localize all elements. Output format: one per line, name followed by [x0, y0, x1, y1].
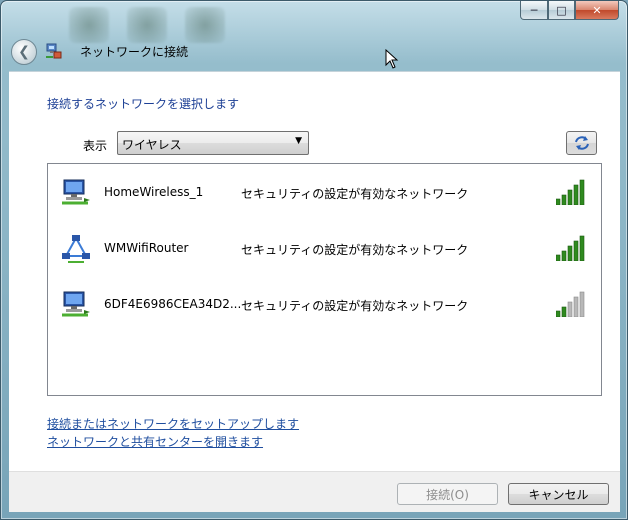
back-button[interactable]: ❮ — [11, 39, 37, 65]
network-list: HomeWireless_1 セキュリティの設定が有効なネットワーク WMWif… — [47, 163, 602, 396]
network-type-value: ワイヤレス — [122, 138, 182, 152]
caption-buttons: ─ □ ✕ — [520, 1, 619, 20]
network-item[interactable]: 6DF4E6986CEA34D2... セキュリティの設定が有効なネットワーク — [48, 285, 601, 325]
network-name: HomeWireless_1 — [104, 185, 204, 199]
network-security: セキュリティの設定が有効なネットワーク — [241, 187, 469, 201]
adhoc-network-icon — [62, 235, 90, 263]
background-network-icon — [185, 7, 225, 43]
signal-strength-icon — [556, 179, 585, 205]
network-connect-icon — [46, 43, 62, 59]
mouse-cursor-icon — [385, 49, 399, 69]
network-security: セキュリティの設定が有効なネットワーク — [241, 243, 469, 257]
back-arrow-icon: ❮ — [18, 44, 30, 60]
sharing-center-link[interactable]: ネットワークと共有センターを開きます — [47, 433, 263, 450]
refresh-icon — [574, 136, 589, 150]
computer-network-icon — [62, 179, 90, 205]
network-type-select[interactable]: ワイヤレス ▼ — [117, 131, 309, 155]
dialog-window: ─ □ ✕ ❮ ネットワークに接続 接続するネットワークを選択します 表示 ワイ… — [0, 0, 628, 520]
setup-connection-link[interactable]: 接続またはネットワークをセットアップします — [47, 415, 299, 432]
window-title: ネットワークに接続 — [80, 45, 189, 59]
network-name: WMWifiRouter — [104, 241, 189, 255]
connect-button[interactable]: 接続(O) — [397, 483, 498, 505]
background-network-icon — [127, 7, 167, 43]
computer-network-icon — [62, 291, 90, 317]
page-heading: 接続するネットワークを選択します — [47, 97, 240, 111]
network-name: 6DF4E6986CEA34D2... — [104, 297, 242, 311]
maximize-button[interactable]: □ — [548, 1, 575, 20]
cancel-button[interactable]: キャンセル — [508, 483, 609, 505]
network-security: セキュリティの設定が有効なネットワーク — [241, 299, 469, 313]
network-item[interactable]: HomeWireless_1 セキュリティの設定が有効なネットワーク — [48, 173, 601, 213]
content-panel: 接続するネットワークを選択します 表示 ワイヤレス ▼ HomeWireless… — [9, 71, 620, 472]
button-bar: 接続(O) キャンセル — [9, 471, 620, 512]
background-network-icon — [69, 7, 109, 43]
refresh-button[interactable] — [566, 131, 597, 155]
filter-label: 表示 — [83, 139, 108, 153]
signal-strength-icon — [556, 291, 585, 317]
network-item[interactable]: WMWifiRouter セキュリティの設定が有効なネットワーク — [48, 229, 601, 269]
minimize-button[interactable]: ─ — [520, 1, 548, 20]
chevron-down-icon: ▼ — [295, 136, 302, 146]
close-button[interactable]: ✕ — [575, 1, 619, 20]
signal-strength-icon — [556, 235, 585, 261]
